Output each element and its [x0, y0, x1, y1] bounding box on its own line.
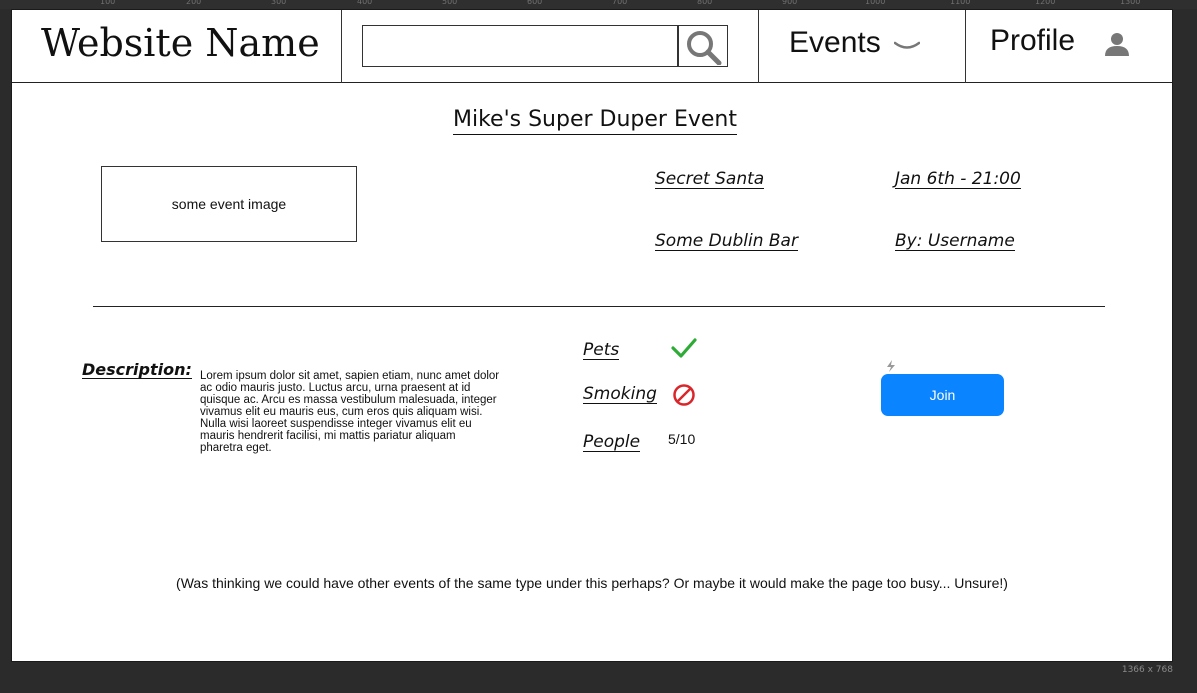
- wireframe-canvas: Website Name Events Profile Mike's Super…: [11, 9, 1173, 662]
- ruler-tick: 1000: [865, 0, 886, 6]
- ruler-tick: 1200: [1035, 0, 1056, 6]
- smoking-label: Smoking: [583, 384, 657, 404]
- chevron-down-icon[interactable]: [894, 41, 920, 51]
- ruler-tick: 1100: [950, 0, 971, 6]
- search-button[interactable]: [678, 25, 728, 67]
- ruler-tick: 400: [357, 0, 373, 6]
- canvas-size-label: 1366 x 768: [1121, 665, 1173, 675]
- event-image-label: some event image: [171, 196, 287, 212]
- join-button[interactable]: Join: [881, 374, 1004, 416]
- ruler-tick: 100: [100, 0, 116, 6]
- description-text: Lorem ipsum dolor sit amet, sapien etiam…: [200, 370, 500, 454]
- search-input[interactable]: [362, 25, 678, 67]
- ruler-tick: 700: [612, 0, 628, 6]
- ruler-tick: 200: [186, 0, 202, 6]
- site-header: Website Name Events Profile: [12, 10, 1172, 83]
- people-label: People: [583, 432, 641, 452]
- events-dropdown[interactable]: Events: [789, 26, 881, 60]
- ruler: 100 200 300 400 500 600 700 800 900 1000…: [0, 0, 1197, 9]
- site-name-logo[interactable]: Website Name: [41, 21, 320, 65]
- event-image-placeholder: some event image: [101, 166, 357, 242]
- section-divider: [93, 306, 1105, 307]
- description-label: Description:: [82, 360, 192, 379]
- no-symbol-icon: [673, 384, 695, 406]
- lightning-icon: [887, 360, 895, 372]
- designer-note: (Was thinking we could have other events…: [176, 575, 1008, 591]
- header-divider: [341, 10, 342, 83]
- person-icon[interactable]: [1104, 31, 1130, 57]
- ruler-tick: 500: [442, 0, 458, 6]
- header-divider: [758, 10, 759, 83]
- ruler-tick: 1300: [1120, 0, 1141, 6]
- search-icon: [687, 31, 722, 65]
- header-divider: [965, 10, 966, 83]
- event-datetime: Jan 6th - 21:00: [895, 169, 1021, 189]
- checkmark-icon: [671, 338, 697, 358]
- ruler-tick: 900: [782, 0, 798, 6]
- people-count: 5/10: [668, 431, 696, 447]
- event-location: Some Dublin Bar: [655, 231, 798, 251]
- ruler-tick: 600: [527, 0, 543, 6]
- ruler-tick: 300: [271, 0, 287, 6]
- pets-label: Pets: [583, 340, 620, 360]
- event-type: Secret Santa: [655, 169, 765, 189]
- profile-link[interactable]: Profile: [990, 24, 1075, 58]
- ruler-tick: 800: [697, 0, 713, 6]
- event-host[interactable]: By: Username: [895, 232, 1015, 251]
- event-title: Mike's Super Duper Event: [453, 108, 737, 135]
